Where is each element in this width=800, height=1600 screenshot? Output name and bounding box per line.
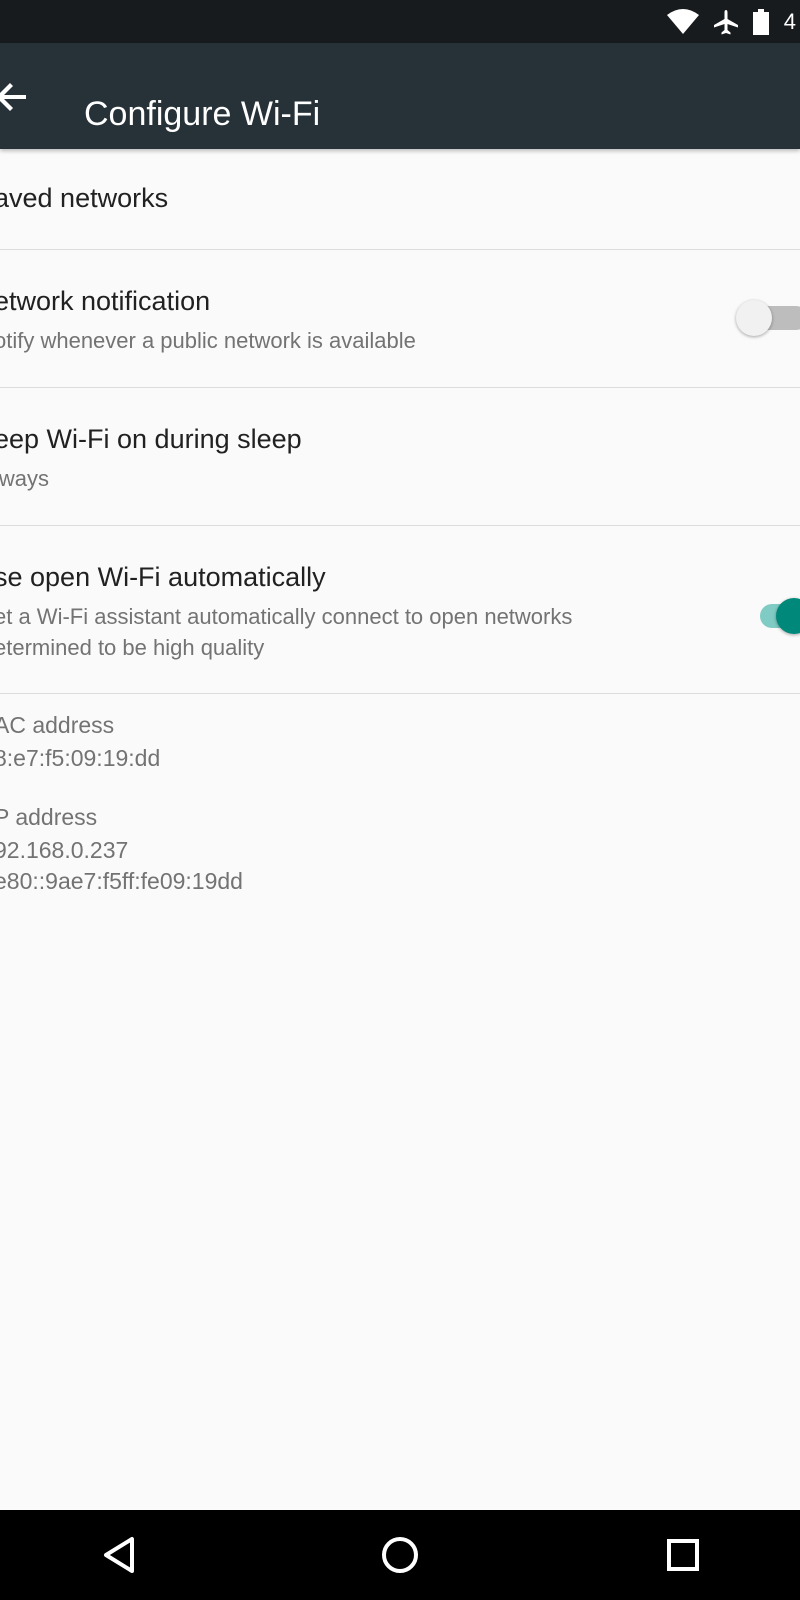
keep-wifi-on-title: eep Wi-Fi on during sleep [0, 424, 302, 454]
home-circle-icon [376, 1537, 424, 1583]
network-notification-toggle[interactable] [736, 292, 800, 336]
app-toolbar: Configure Wi-Fi [0, 43, 800, 149]
open-wifi-summary-line2: etermined to be high quality [0, 635, 265, 660]
open-wifi-item[interactable]: se open Wi-Fi automatically et a Wi-Fi a… [0, 526, 800, 694]
open-wifi-summary-line1: et a Wi-Fi assistant automatically conne… [0, 604, 573, 629]
mac-address-block: AC address 8:e7:f5:09:19:dd [0, 712, 160, 774]
ip-address-value-2: e80::9ae7:f5ff:fe09:19dd [0, 868, 243, 894]
keep-wifi-on-summary: lways [0, 466, 50, 491]
status-icons: 4 [666, 0, 800, 43]
status-bar: 4 [0, 0, 800, 43]
back-triangle-icon [96, 1537, 144, 1583]
saved-networks-item[interactable]: aved networks [0, 149, 800, 250]
nav-back-button[interactable] [96, 1531, 144, 1579]
keep-wifi-on-item[interactable]: eep Wi-Fi on during sleep lways [0, 388, 800, 526]
page-title: Configure Wi-Fi [84, 95, 321, 133]
back-button[interactable] [0, 73, 34, 121]
network-notification-title: etwork notification [0, 286, 211, 316]
nav-home-button[interactable] [376, 1531, 424, 1579]
settings-list: aved networks etwork notification otify … [0, 149, 800, 694]
airplane-mode-icon [712, 8, 740, 36]
open-wifi-summary: et a Wi-Fi assistant automatically conne… [0, 601, 572, 663]
open-wifi-title: se open Wi-Fi automatically [0, 562, 326, 592]
arrow-back-icon [0, 83, 34, 125]
open-wifi-toggle[interactable] [748, 590, 800, 634]
mac-address-value: 8:e7:f5:09:19:dd [0, 745, 161, 771]
navigation-bar [0, 1510, 800, 1600]
saved-networks-title: aved networks [0, 183, 169, 213]
ip-address-label: P address [0, 804, 98, 830]
mac-address-label: AC address [0, 712, 115, 738]
battery-level-text: 4 [783, 8, 796, 34]
ip-address-value-1: 92.168.0.237 [0, 837, 129, 863]
ip-address-block: P address 92.168.0.237 e80::9ae7:f5ff:fe… [0, 804, 243, 897]
toggle-thumb [776, 598, 800, 634]
network-notification-summary: otify whenever a public network is avail… [0, 328, 416, 353]
battery-icon [752, 8, 770, 36]
recents-square-icon [659, 1539, 707, 1583]
toggle-thumb [736, 300, 772, 336]
nav-recents-button[interactable] [659, 1531, 707, 1579]
wifi-icon [666, 8, 700, 35]
network-notification-item[interactable]: etwork notification otify whenever a pub… [0, 250, 800, 388]
